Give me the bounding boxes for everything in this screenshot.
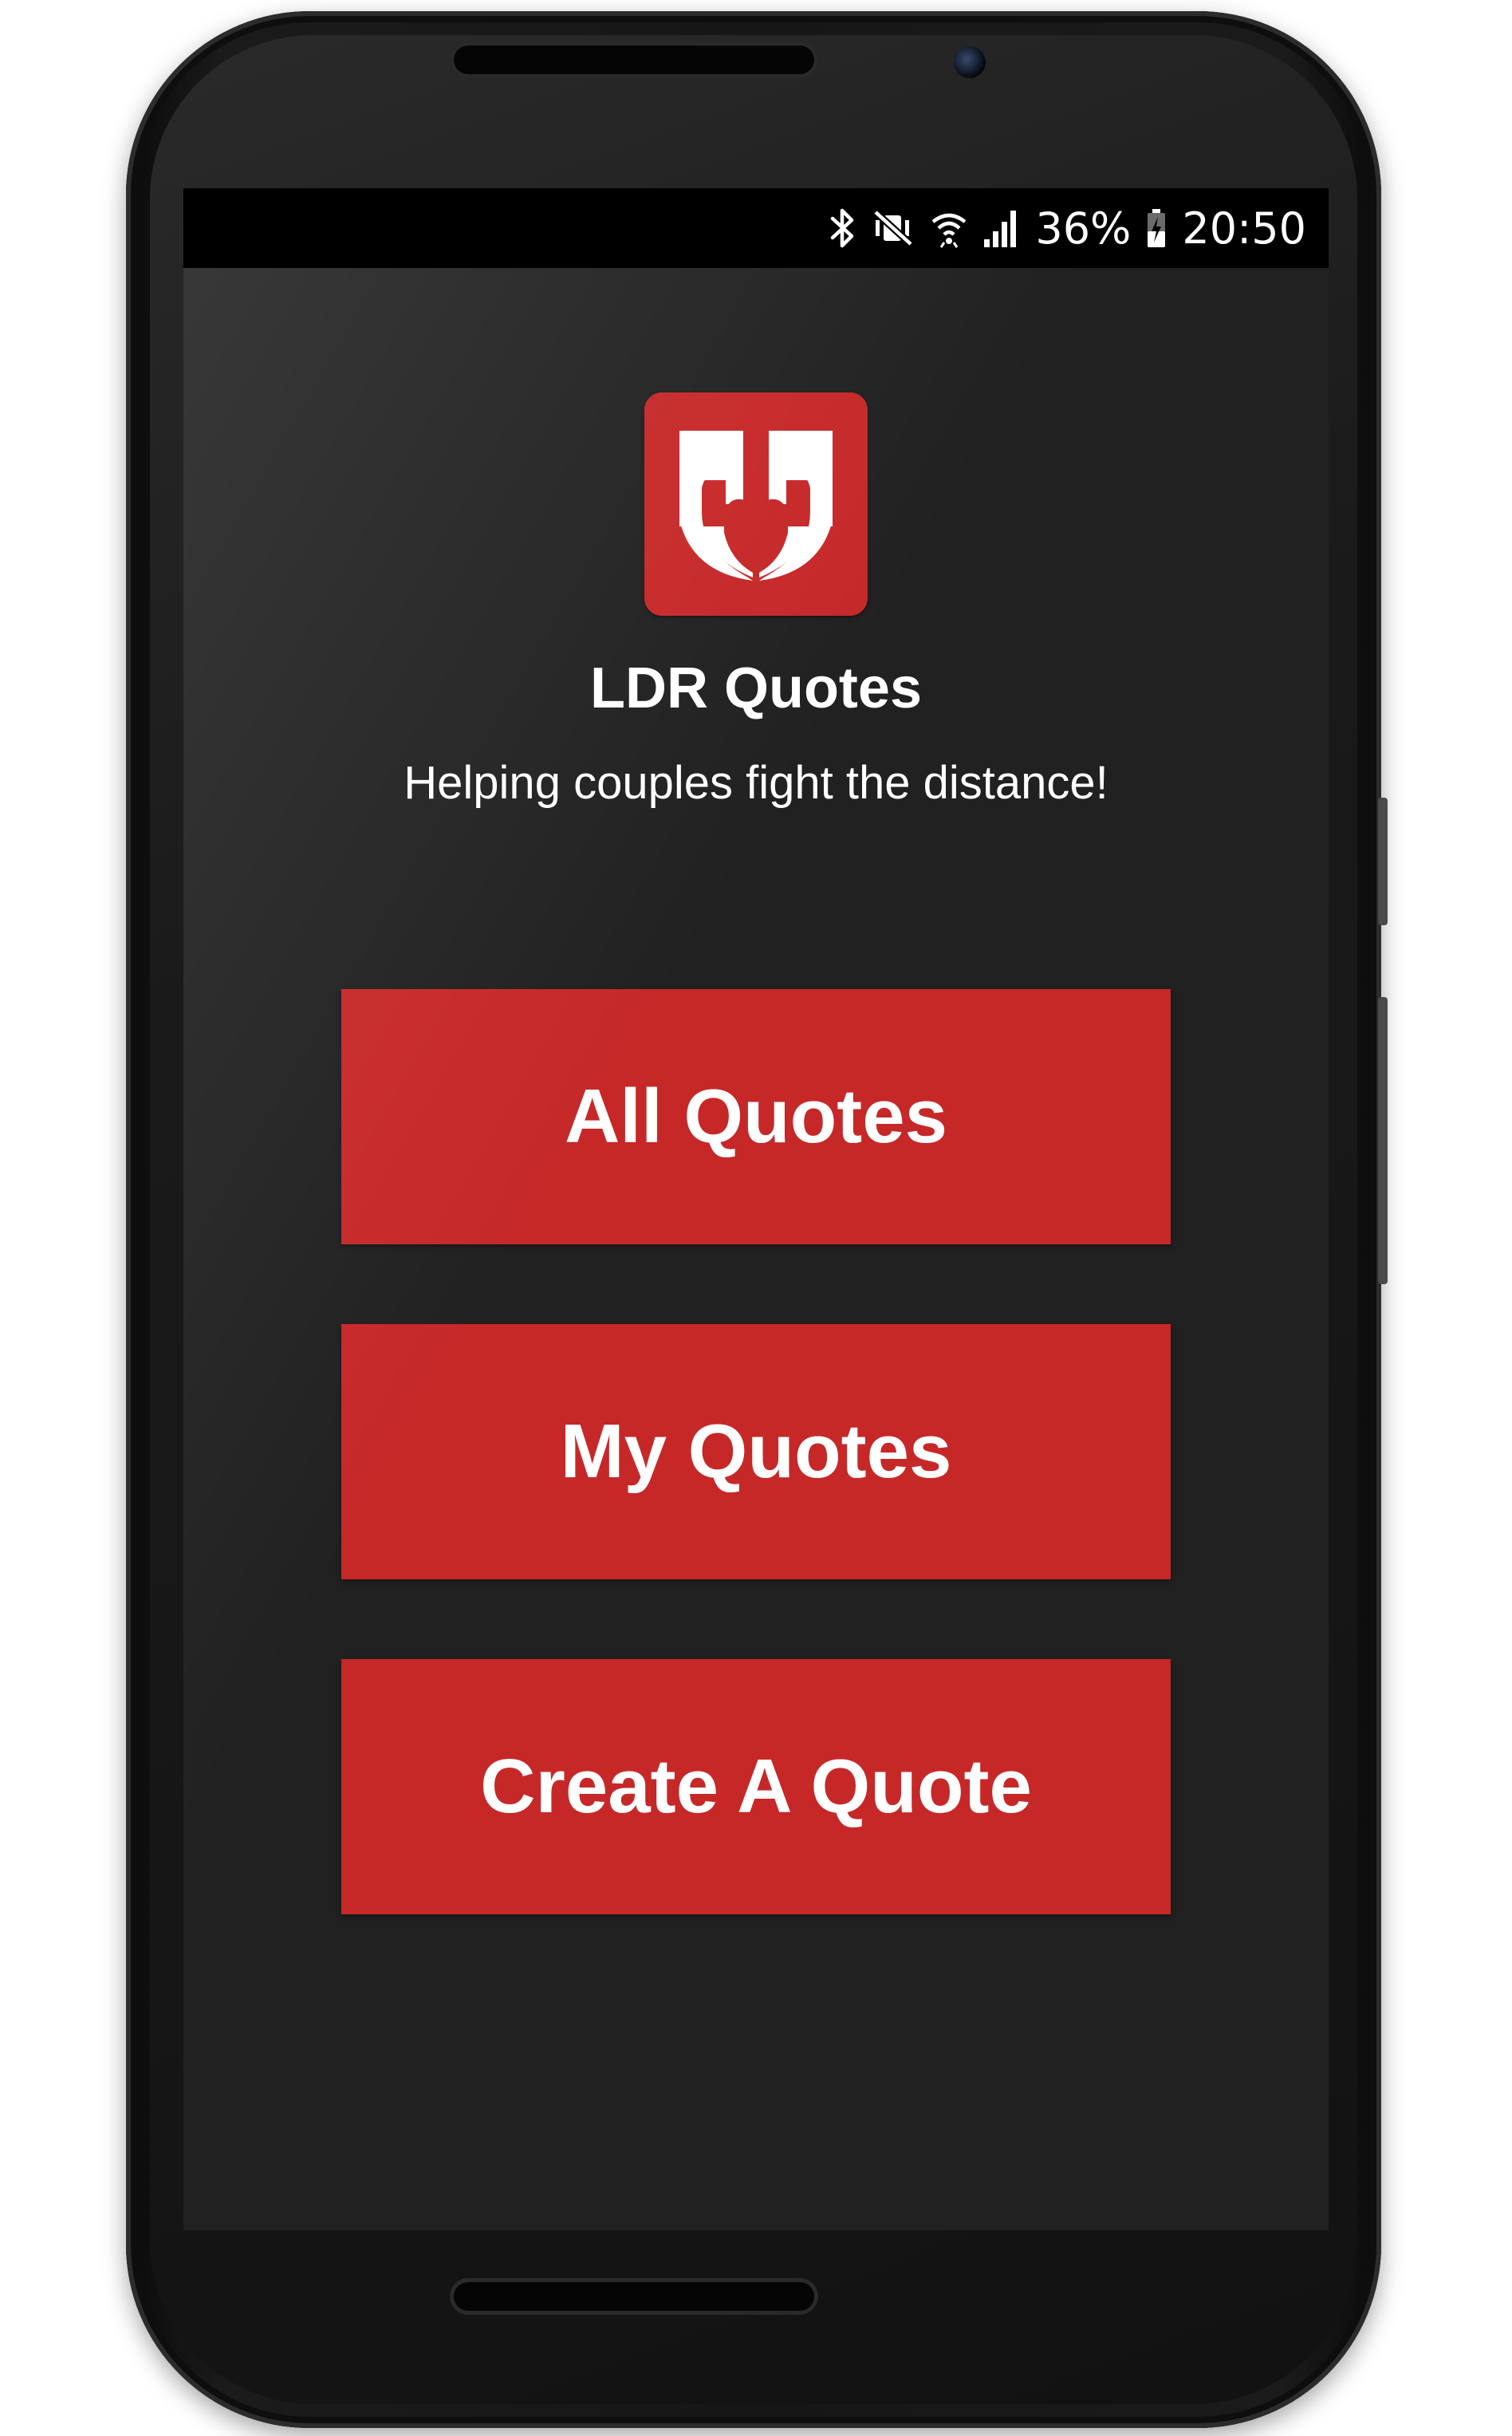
signal-icon <box>982 204 1021 252</box>
my-quotes-button[interactable]: My Quotes <box>341 1324 1171 1579</box>
battery-charging-icon <box>1145 204 1167 252</box>
front-camera <box>954 46 986 78</box>
app-tagline: Helping couples fight the distance! <box>404 757 1108 809</box>
top-speaker-grille <box>450 41 818 78</box>
bottom-speaker-grille <box>450 2278 818 2315</box>
vibrate-mute-icon <box>871 204 915 252</box>
wifi-icon <box>930 204 968 252</box>
status-bar: 36% 20:50 <box>183 188 1329 268</box>
clock: 20:50 <box>1182 203 1306 254</box>
create-quote-button[interactable]: Create A Quote <box>341 1659 1171 1914</box>
all-quotes-button[interactable]: All Quotes <box>341 989 1171 1244</box>
app-screen: LDR Quotes Helping couples fight the dis… <box>183 268 1329 2230</box>
bluetooth-icon <box>829 204 856 252</box>
power-button <box>1378 798 1388 925</box>
app-title: LDR Quotes <box>589 656 922 720</box>
volume-button <box>1378 997 1388 1284</box>
battery-percent: 36% <box>1035 203 1132 254</box>
quote-heart-logo-icon <box>644 392 868 616</box>
